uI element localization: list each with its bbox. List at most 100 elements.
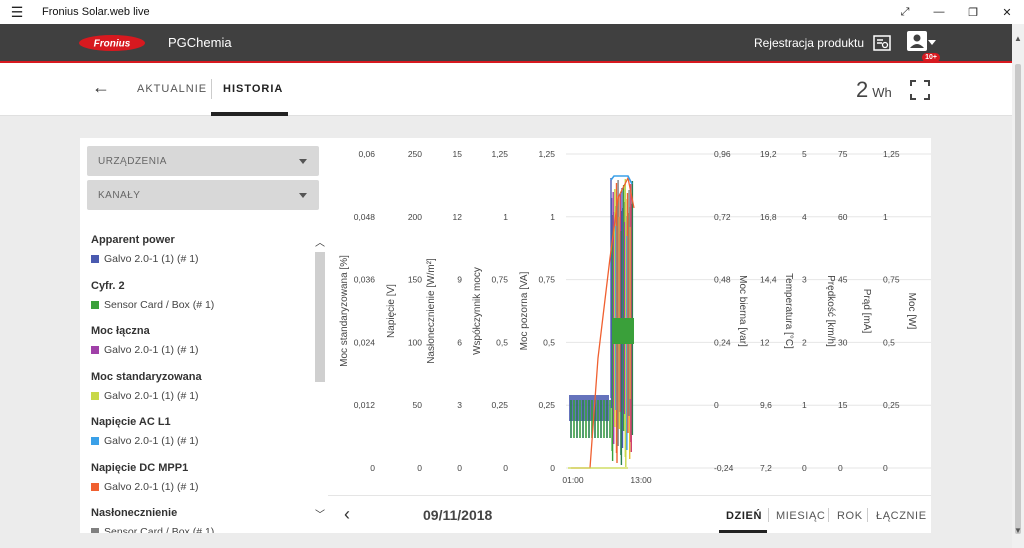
y-tick-label: 0,25 — [491, 400, 508, 410]
y-tick-label: 200 — [408, 212, 422, 222]
channel-device: Galvo 2.0-1 (1) (# 1) — [91, 390, 313, 402]
y-axis-title: Prędkość [km/h] — [825, 275, 836, 347]
channel-device-label: Galvo 2.0-1 (1) (# 1) — [104, 389, 199, 402]
channel-item[interactable]: Napięcie DC MPP1 Galvo 2.0-1 (1) (# 1) — [91, 462, 313, 508]
fronius-logo[interactable]: Fronius — [78, 34, 146, 52]
tab-current[interactable]: AKTUALNIE — [137, 83, 207, 95]
history-chart[interactable]: 0 0,012 0,024 0,036 0,048 0,06 Moc standaryzow… — [328, 138, 931, 495]
y-tick-label: 250 — [408, 149, 422, 159]
y-tick-label: 0,036 — [354, 275, 376, 285]
minimize-button[interactable]: — — [922, 0, 956, 24]
channels-dropdown-label: KANAŁY — [98, 190, 141, 201]
channel-list-scrollbar[interactable]: ︿ ﹀ — [314, 234, 326, 524]
y-tick-label: 0,48 — [714, 275, 731, 285]
y-tick-label: 1 — [802, 400, 807, 410]
previous-date-icon[interactable]: ‹ — [344, 504, 350, 525]
y-tick-label: 15 — [838, 400, 848, 410]
channel-color-swatch — [91, 482, 99, 491]
period-day[interactable]: DZIEŃ — [726, 510, 762, 522]
site-name[interactable]: PGChemia — [168, 35, 232, 50]
y-tick-label: 16,8 — [760, 212, 777, 222]
channel-color-swatch — [91, 300, 99, 309]
period-total[interactable]: ŁĄCZNIE — [876, 510, 927, 522]
channel-item[interactable]: Nasłonecznienie Sensor Card / Box (# 1) — [91, 507, 313, 533]
restore-button[interactable]: ❐ — [956, 0, 990, 24]
channel-item[interactable]: Napięcie AC L1 Galvo 2.0-1 (1) (# 1) — [91, 416, 313, 462]
y-axis-title: Moc bierna [var] — [737, 275, 748, 347]
y-axis-title: Moc standaryzowana [%] — [339, 255, 350, 367]
scroll-up-icon[interactable]: ▲ — [1014, 34, 1022, 43]
chevron-up-icon[interactable]: ︿ — [315, 234, 325, 249]
channel-name: Nasłonecznienie — [91, 507, 178, 519]
register-product-icon[interactable] — [872, 33, 892, 53]
y-tick-label: 75 — [838, 149, 848, 159]
channel-device-label: Galvo 2.0-1 (1) (# 1) — [104, 344, 199, 356]
energy-value: 2 — [856, 77, 869, 102]
energy-unit: Wh — [872, 85, 892, 100]
y-tick-label: 30 — [838, 337, 848, 347]
y-axis-title: Prąd [mA] — [861, 289, 872, 334]
channel-name: Moc łączna — [91, 325, 150, 337]
y-tick-label: -0,24 — [714, 463, 734, 473]
channel-device-label: Galvo 2.0-1 (1) (# 1) — [104, 480, 199, 493]
y-tick-label: 19,2 — [760, 149, 777, 159]
channel-device-label: Galvo 2.0-1 (1) (# 1) — [104, 253, 199, 265]
y-tick-label: 150 — [408, 275, 422, 285]
channel-color-swatch — [91, 391, 99, 400]
account-dropdown-caret[interactable] — [928, 40, 936, 45]
y-tick-label: 0,96 — [714, 149, 731, 159]
y-tick-label: 0,24 — [714, 337, 731, 347]
y-tick-label: 60 — [838, 212, 848, 222]
scrollbar-thumb[interactable] — [315, 252, 325, 382]
series-area — [612, 318, 634, 344]
notification-badge: 10+ — [922, 53, 940, 62]
page-scrollbar[interactable]: ▲ ▼ — [1012, 24, 1024, 548]
current-date: 09/11/2018 — [423, 507, 493, 523]
channel-device: Galvo 2.0-1 (1) (# 1) — [91, 253, 313, 265]
period-divider — [768, 508, 769, 522]
period-month[interactable]: MIESIĄC — [776, 510, 825, 522]
devices-dropdown[interactable]: URZĄDZENIA — [87, 146, 319, 176]
y-tick-label: 12 — [453, 212, 463, 222]
y-tick-label: 1 — [503, 212, 508, 222]
period-year[interactable]: ROK — [837, 510, 863, 522]
y-tick-label: 45 — [838, 275, 848, 285]
y-tick-label: 0,5 — [543, 337, 555, 347]
channel-item[interactable]: Apparent power Galvo 2.0-1 (1) (# 1) — [91, 234, 313, 280]
y-tick-label: 1 — [550, 212, 555, 222]
back-arrow-icon[interactable]: ← — [92, 77, 110, 98]
window-titlebar: ☰ Fronius Solar.web live ⤢ — ❐ ✕ — [0, 0, 1024, 24]
y-tick-label: 0 — [457, 463, 462, 473]
channel-device: Galvo 2.0-1 (1) (# 1) — [91, 344, 313, 356]
y-tick-label: 0,75 — [538, 275, 555, 285]
menu-icon[interactable]: ☰ — [0, 0, 34, 24]
channel-device-label: Sensor Card / Box (# 1) — [104, 298, 215, 311]
channels-dropdown[interactable]: KANAŁY — [87, 180, 319, 210]
window-controls: ⤢ — ❐ ✕ — [888, 0, 1024, 24]
expand-icon[interactable]: ⤢ — [888, 0, 922, 24]
y-tick-label: 15 — [453, 149, 463, 159]
y-tick-label: 0 — [370, 463, 375, 473]
scroll-down-icon[interactable]: ▼ — [1014, 526, 1022, 535]
y-tick-label: 12 — [760, 337, 770, 347]
chevron-down-icon[interactable]: ﹀ — [315, 506, 325, 521]
channel-color-swatch — [91, 528, 99, 533]
y-tick-label: 0 — [550, 463, 555, 473]
scrollbar-thumb[interactable] — [1015, 64, 1021, 534]
register-product-link[interactable]: Rejestracja produktu — [754, 36, 864, 50]
window-title: Fronius Solar.web live — [42, 6, 150, 18]
close-button[interactable]: ✕ — [990, 0, 1024, 24]
channel-name: Moc standaryzowana — [91, 370, 202, 383]
y-tick-label: 50 — [413, 400, 423, 410]
y-tick-label: 0,75 — [491, 275, 508, 285]
channel-item[interactable]: Moc łączna Galvo 2.0-1 (1) (# 1) — [91, 325, 313, 371]
tab-history[interactable]: HISTORIA — [223, 83, 283, 95]
channel-device: Sensor Card / Box (# 1) — [91, 299, 313, 311]
channel-name: Apparent power — [91, 234, 175, 246]
channel-item[interactable]: Moc standaryzowana Galvo 2.0-1 (1) (# 1) — [91, 371, 313, 417]
chevron-down-icon — [299, 159, 307, 164]
period-divider — [867, 508, 868, 522]
fullscreen-icon[interactable] — [910, 80, 930, 100]
channel-item[interactable]: Cyfr. 2 Sensor Card / Box (# 1) — [91, 280, 313, 326]
channel-name: Napięcie AC L1 — [91, 416, 171, 428]
